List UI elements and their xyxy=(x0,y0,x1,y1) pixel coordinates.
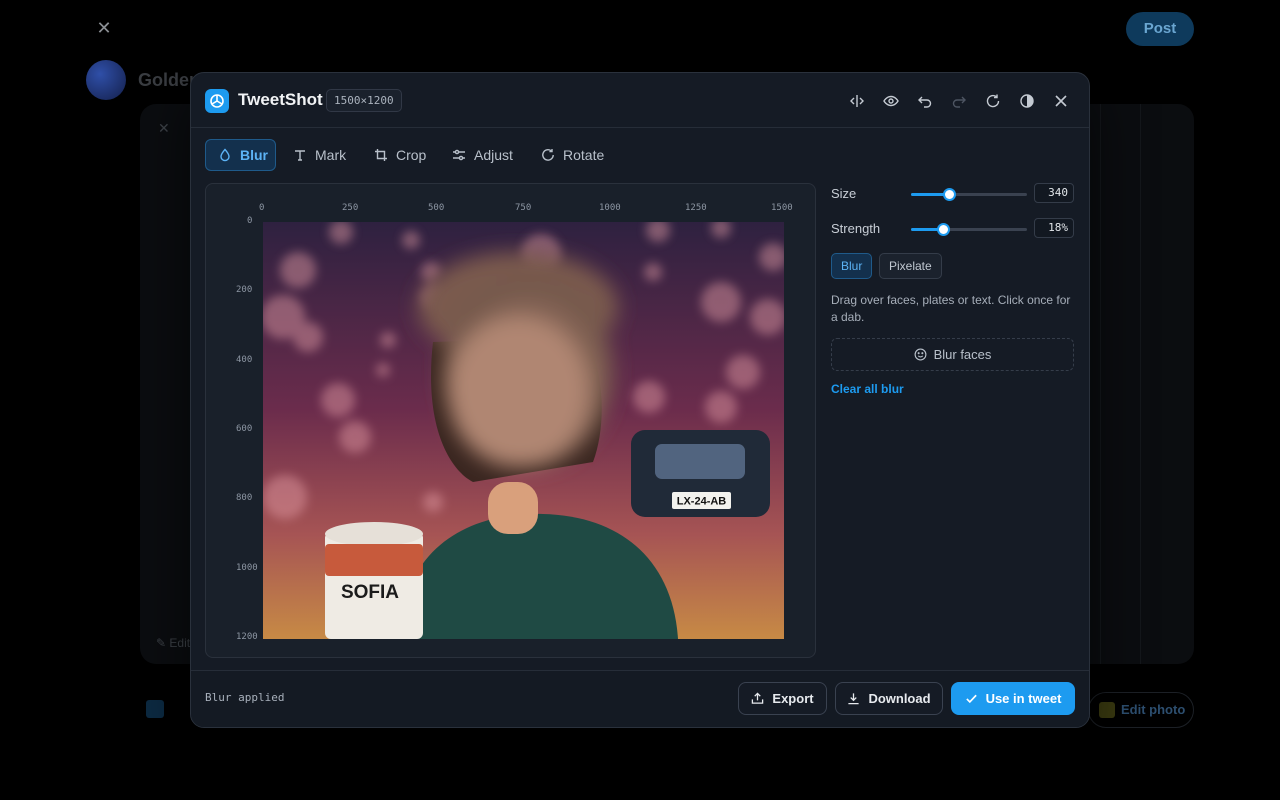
undo-button[interactable] xyxy=(914,90,936,112)
check-icon xyxy=(965,694,977,704)
droplet-icon xyxy=(220,148,230,162)
text-icon xyxy=(295,150,305,161)
canvas-area: 0 250 500 750 1000 1250 1500 0 200 400 6… xyxy=(205,183,816,658)
ruler-y-label: 1000 xyxy=(236,563,258,573)
tab-adjust[interactable]: Adjust xyxy=(439,139,526,171)
preview-eye-icon xyxy=(883,95,899,107)
background-post-button: Post xyxy=(1126,12,1194,46)
tab-adjust-label: Adjust xyxy=(474,147,513,163)
export-button[interactable]: Export xyxy=(738,682,827,715)
redo-icon xyxy=(952,96,966,108)
tab-mark[interactable]: Mark xyxy=(280,139,359,171)
blur-settings-panel: Size 340 Strength 18% Blur Pixelate Drag… xyxy=(831,183,1074,396)
preview-button[interactable] xyxy=(880,90,902,112)
blur-faces-label: Blur faces xyxy=(933,347,992,362)
download-label: Download xyxy=(868,691,931,706)
status-text: Blur applied xyxy=(205,691,285,704)
download-icon xyxy=(848,693,860,705)
strength-value-input[interactable]: 18% xyxy=(1034,218,1074,238)
ruler-horizontal: 0 250 500 750 1000 1250 1500 xyxy=(206,184,815,222)
ruler-vertical: 0 200 400 600 800 1000 1200 xyxy=(206,184,262,657)
mode-blur-button[interactable]: Blur xyxy=(831,253,873,279)
compare-icon xyxy=(850,95,864,107)
undo-icon xyxy=(918,96,932,108)
license-plate-text: LX-24-AB xyxy=(677,496,727,508)
use-in-tweet-button[interactable]: Use in tweet xyxy=(951,682,1075,715)
strength-label: Strength xyxy=(831,221,881,236)
tab-mark-label: Mark xyxy=(315,147,347,163)
size-slider-handle[interactable] xyxy=(943,188,957,201)
use-in-tweet-label: Use in tweet xyxy=(985,691,1062,706)
app-title: TweetShot xyxy=(238,90,323,109)
strength-control: Strength 18% xyxy=(831,218,1074,240)
share-upload-icon xyxy=(752,692,764,704)
background-close-icon: ✕ xyxy=(96,18,112,38)
close-editor-button[interactable] xyxy=(1050,90,1072,112)
reset-button[interactable] xyxy=(982,90,1004,112)
editor-footer: Blur applied Export Download Use in twee… xyxy=(191,670,1089,727)
download-button[interactable]: Download xyxy=(835,682,943,715)
tab-blur[interactable]: Blur xyxy=(205,139,276,171)
background-edit-photo-label: Edit photo xyxy=(1121,702,1186,717)
sliders-icon xyxy=(453,149,465,161)
ruler-y-label: 400 xyxy=(236,355,253,365)
strength-slider[interactable] xyxy=(911,223,1027,236)
ruler-y-label: 800 xyxy=(236,493,253,503)
ruler-y-label: 1200 xyxy=(236,632,258,642)
ruler-x-label: 1000 xyxy=(599,203,621,213)
strength-slider-handle[interactable] xyxy=(937,223,951,236)
size-control: Size 340 xyxy=(831,183,1074,205)
blur-hint-text: Drag over faces, plates or text. Click o… xyxy=(831,293,1071,324)
background-edit-photo-button: Edit photo xyxy=(1088,692,1194,728)
contrast-icon xyxy=(1020,94,1034,108)
tab-rotate[interactable]: Rotate xyxy=(528,139,617,171)
ruler-y-label: 600 xyxy=(236,424,253,434)
mug-text: SOFIA xyxy=(341,582,399,603)
ruler-x-label: 1250 xyxy=(685,203,707,213)
photo-canvas[interactable]: LX-24-AB SOFIA xyxy=(263,222,784,639)
mode-pixelate-button[interactable]: Pixelate xyxy=(879,253,942,279)
crop-icon xyxy=(375,149,387,161)
ruler-x-label: 750 xyxy=(515,203,532,213)
close-icon xyxy=(1055,95,1067,107)
export-label: Export xyxy=(772,691,814,706)
compare-button[interactable] xyxy=(846,90,868,112)
ruler-x-label: 1500 xyxy=(771,203,793,213)
background-card-edit: ✎ Edit xyxy=(156,636,191,650)
smiley-face-icon xyxy=(914,348,927,361)
tab-crop[interactable]: Crop xyxy=(361,139,439,171)
reset-icon xyxy=(986,94,1000,108)
background-media-icon xyxy=(146,700,164,718)
redo-button[interactable] xyxy=(948,90,970,112)
tab-rotate-label: Rotate xyxy=(563,147,605,163)
dimensions-badge: 1500×1200 xyxy=(326,89,402,112)
tab-crop-label: Crop xyxy=(396,147,427,163)
background-card-close-icon: ✕ xyxy=(158,120,170,136)
rotate-icon xyxy=(542,149,554,161)
contrast-button[interactable] xyxy=(1016,90,1038,112)
size-slider[interactable] xyxy=(911,188,1027,201)
app-logo-icon xyxy=(205,89,229,113)
ruler-x-label: 500 xyxy=(428,203,445,213)
clear-all-blur-link[interactable]: Clear all blur xyxy=(831,382,1074,396)
editor-header: TweetShot 1500×1200 xyxy=(191,73,1089,128)
size-value-input[interactable]: 340 xyxy=(1034,183,1074,203)
background-avatar xyxy=(86,60,126,100)
blur-mode-toggle: Blur Pixelate xyxy=(831,253,1074,279)
ruler-y-label: 200 xyxy=(236,285,253,295)
photo-editor-modal: TweetShot 1500×1200 Blur Mark Crop Adjus… xyxy=(190,72,1090,728)
blur-faces-button[interactable]: Blur faces xyxy=(831,338,1074,371)
ruler-y-label: 0 xyxy=(247,216,253,226)
tab-blur-label: Blur xyxy=(240,147,268,163)
ruler-x-label: 250 xyxy=(342,203,359,213)
size-label: Size xyxy=(831,186,857,201)
